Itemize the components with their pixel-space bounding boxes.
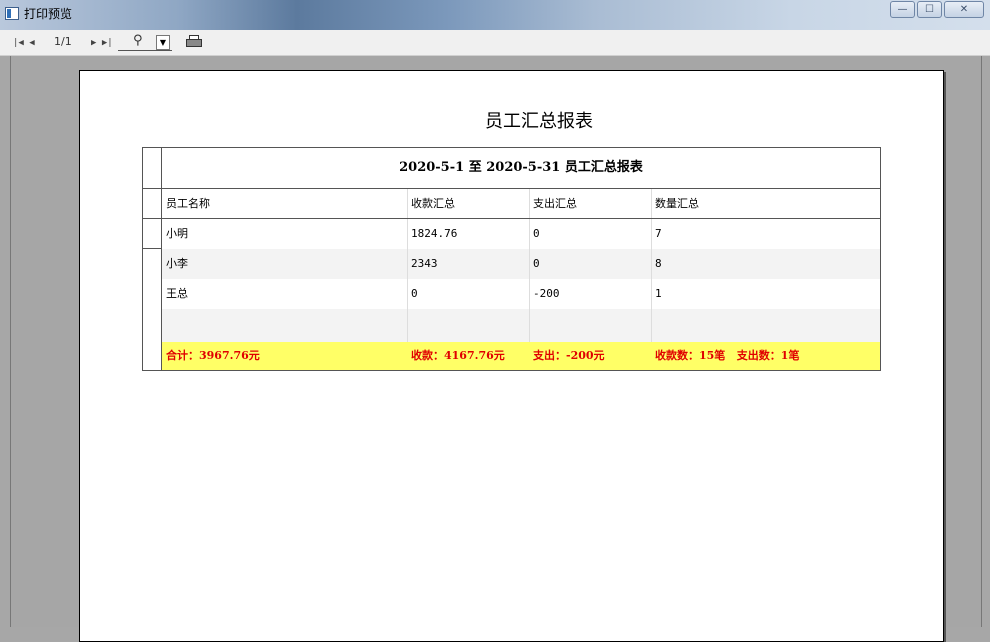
table-cell <box>162 309 407 339</box>
minimize-button[interactable]: — <box>890 1 915 18</box>
first-prev-page-button[interactable]: |◀ ◀ <box>10 34 38 52</box>
page-indicator: 1/1 <box>54 35 72 48</box>
table-cell: 0 <box>411 287 418 300</box>
table-row: 小李 2343 0 8 <box>162 249 880 279</box>
window-title: 打印预览 <box>24 7 73 21</box>
table-cell: 王总 <box>166 287 188 300</box>
column-header: 支出汇总 <box>533 197 577 210</box>
summary-table: 2020-5-1 至 2020-5-31 员工汇总报表 员工名称 收款汇总 支出… <box>142 147 881 371</box>
column-header: 收款汇总 <box>411 197 455 210</box>
window-controls: — ☐ ✕ <box>890 1 984 18</box>
totals-row: 合计：3967.76元 收款：4167.76元 支出：-200元 收款数：15笔… <box>162 342 880 370</box>
table-cell: 0 <box>533 227 540 240</box>
table-cell: 小明 <box>166 227 188 240</box>
next-last-page-button[interactable]: ▶ ▶| <box>88 34 116 52</box>
print-icon[interactable] <box>184 35 204 49</box>
table-row: 王总 0 -200 1 <box>162 279 880 309</box>
total-expense: 支出：-200元 <box>533 349 605 362</box>
chevron-down-icon: ▼ <box>159 38 167 47</box>
preview-area[interactable]: 员工汇总报表 2020-5-1 至 2020-5-31 员工汇总报表 员工名称 … <box>10 56 982 642</box>
close-button[interactable]: ✕ <box>944 1 984 18</box>
report-title: 员工汇总报表 <box>485 111 593 132</box>
maximize-button[interactable]: ☐ <box>917 1 942 18</box>
total-sum: 合计：3967.76元 <box>166 349 260 362</box>
table-cell: 2343 <box>411 257 438 270</box>
app-icon <box>5 7 19 20</box>
column-header: 员工名称 <box>166 197 210 210</box>
table-cell: 1824.76 <box>411 227 458 240</box>
table-cell: 1 <box>655 287 662 300</box>
zoom-dropdown[interactable]: ▼ <box>156 35 170 50</box>
zoom-icon[interactable]: ⚲ <box>133 34 143 50</box>
column-header: 数量汇总 <box>655 197 699 210</box>
table-cell <box>651 309 880 339</box>
total-income: 收款：4167.76元 <box>411 349 505 362</box>
table-cell: 8 <box>655 257 662 270</box>
row-indicator-column <box>143 148 162 370</box>
table-title: 2020-5-1 至 2020-5-31 员工汇总报表 <box>162 148 880 189</box>
title-bar: 打印预览 — ☐ ✕ <box>0 0 990 30</box>
table-row: 小明 1824.76 0 7 <box>162 219 880 249</box>
table-cell: -200 <box>533 287 560 300</box>
report-page: 员工汇总报表 2020-5-1 至 2020-5-31 员工汇总报表 员工名称 … <box>79 70 944 642</box>
table-cell <box>407 309 529 339</box>
preview-toolbar: |◀ ◀ 1/1 ▶ ▶| ⚲ ▼ <box>0 30 990 56</box>
table-cell: 0 <box>533 257 540 270</box>
table-cell <box>529 309 651 339</box>
table-cell: 7 <box>655 227 662 240</box>
table-cell: 小李 <box>166 257 188 270</box>
table-row <box>162 309 880 342</box>
table-header-row: 员工名称 收款汇总 支出汇总 数量汇总 <box>162 189 880 219</box>
total-counts: 收款数：15笔 支出数：1笔 <box>655 349 800 362</box>
zoom-underline <box>118 50 172 51</box>
